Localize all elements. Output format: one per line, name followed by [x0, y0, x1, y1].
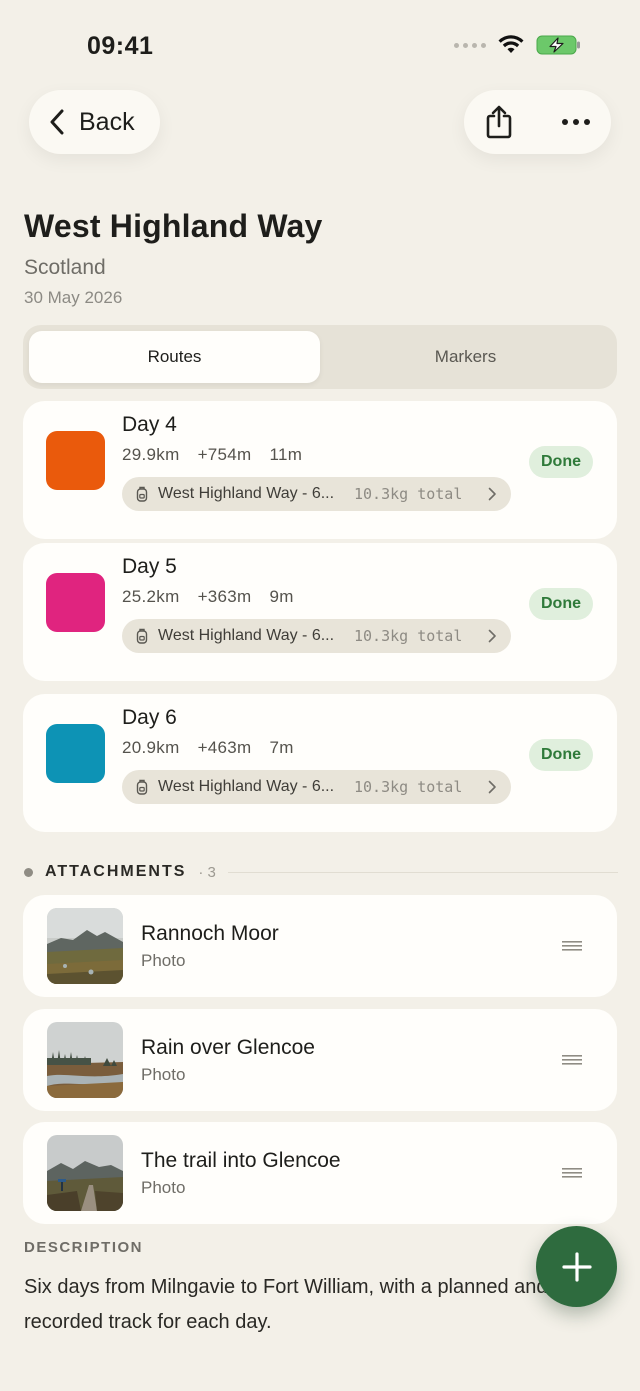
route-stats: 29.9km +754m 11m [122, 445, 302, 465]
route-duration: 11m [269, 445, 303, 464]
pack-name: West Highland Way - 6... [158, 778, 335, 795]
route-stats: 20.9km +463m 7m [122, 738, 294, 758]
pack-weight: 10.3kg total [354, 627, 463, 645]
more-icon[interactable] [561, 118, 591, 126]
route-distance: 25.2km [122, 587, 180, 606]
route-distance: 20.9km [122, 738, 180, 757]
route-color-swatch [46, 573, 105, 632]
attachments-title: ATTACHMENTS [45, 863, 187, 880]
attachment-card[interactable]: The trail into Glencoe Photo [23, 1122, 617, 1224]
actions-pill [464, 90, 611, 154]
attachment-type: Photo [141, 951, 186, 970]
backpack-icon [136, 779, 148, 795]
pack-weight: 10.3kg total [354, 485, 463, 503]
route-name: Day 6 [122, 706, 177, 729]
status-badge: Done [529, 446, 593, 478]
attachment-title: Rannoch Moor [141, 922, 279, 945]
description-text: Six days from Milngavie to Fort William,… [24, 1276, 548, 1333]
route-duration: 9m [269, 587, 294, 606]
route-name: Day 5 [122, 555, 177, 578]
drag-handle-icon[interactable] [562, 1054, 582, 1066]
chevron-left-icon [50, 109, 64, 135]
photo-thumbnail [47, 908, 123, 984]
route-card[interactable]: Day 4 29.9km +754m 11m West Highland Way… [23, 401, 617, 539]
drag-handle-icon[interactable] [562, 940, 582, 952]
description-label: DESCRIPTION [24, 1239, 144, 1256]
page-subtitle: Scotland [24, 256, 106, 279]
attachment-card[interactable]: Rain over Glencoe Photo [23, 1009, 617, 1111]
backpack-icon [136, 628, 148, 644]
attachment-title: Rain over Glencoe [141, 1036, 315, 1059]
route-duration: 7m [269, 738, 294, 757]
pack-chip[interactable]: West Highland Way - 6... 10.3kg total [122, 770, 511, 804]
status-badge: Done [529, 739, 593, 771]
status-icons [454, 34, 582, 56]
pack-chip[interactable]: West Highland Way - 6... 10.3kg total [122, 477, 511, 511]
attachment-type: Photo [141, 1178, 186, 1197]
section-dot-icon [24, 867, 33, 877]
attachments-count: · 3 [198, 863, 216, 881]
backpack-icon [136, 486, 148, 502]
attachment-title: The trail into Glencoe [141, 1149, 341, 1172]
route-elevation: +754m [197, 445, 252, 464]
back-label: Back [79, 107, 135, 136]
route-elevation: +463m [197, 738, 252, 757]
wifi-icon [498, 35, 524, 53]
pack-weight: 10.3kg total [354, 778, 463, 796]
share-icon[interactable] [484, 104, 514, 140]
add-button[interactable] [536, 1226, 617, 1307]
pack-chip[interactable]: West Highland Way - 6... 10.3kg total [122, 619, 511, 653]
tab-routes[interactable]: Routes [29, 331, 320, 383]
route-color-swatch [46, 724, 105, 783]
plus-icon [561, 1251, 592, 1282]
drag-handle-icon[interactable] [562, 1167, 582, 1179]
tab-bar: Routes Markers [23, 325, 617, 389]
status-badge: Done [529, 588, 593, 620]
chevron-right-icon [488, 780, 496, 794]
divider [227, 871, 618, 873]
status-time: 09:41 [87, 32, 154, 60]
route-stats: 25.2km +363m 9m [122, 587, 294, 607]
battery-charging-icon [536, 35, 580, 55]
route-card[interactable]: Day 6 20.9km +463m 7m West Highland Way … [23, 694, 617, 832]
photo-thumbnail [47, 1135, 123, 1211]
trip-date: 30 May 2026 [24, 288, 123, 307]
tab-markers[interactable]: Markers [320, 331, 611, 383]
signal-dots-icon [454, 42, 486, 48]
attachment-type: Photo [141, 1065, 186, 1084]
back-button[interactable]: Back [29, 90, 160, 154]
chevron-right-icon [488, 629, 496, 643]
pack-name: West Highland Way - 6... [158, 627, 335, 644]
attachments-header: ATTACHMENTS · 3 [24, 863, 618, 881]
route-name: Day 4 [122, 413, 177, 436]
pack-name: West Highland Way - 6... [158, 485, 335, 502]
route-elevation: +363m [197, 587, 252, 606]
attachment-card[interactable]: Rannoch Moor Photo [23, 895, 617, 997]
page-title: West Highland Way [24, 208, 323, 244]
photo-thumbnail [47, 1022, 123, 1098]
route-distance: 29.9km [122, 445, 180, 464]
route-color-swatch [46, 431, 105, 490]
chevron-right-icon [488, 487, 496, 501]
route-card[interactable]: Day 5 25.2km +363m 9m West Highland Way … [23, 543, 617, 681]
